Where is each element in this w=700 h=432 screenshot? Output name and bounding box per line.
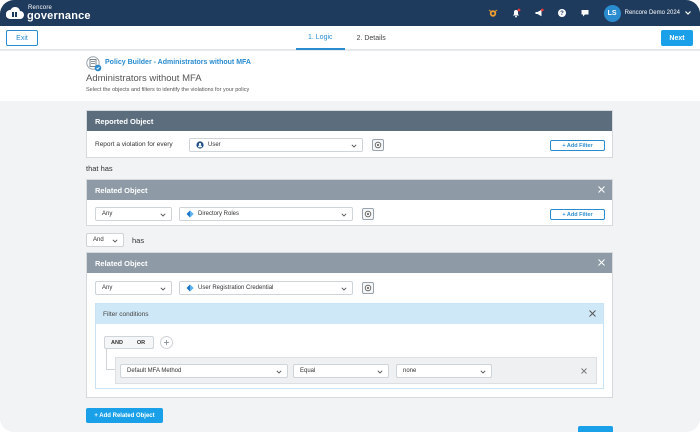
azure-icon <box>186 210 194 218</box>
chevron-down-icon <box>480 370 486 374</box>
quantifier-select[interactable]: Any <box>95 207 172 221</box>
select-value: Default MFA Method <box>127 368 182 374</box>
panel-title: Related Object <box>95 258 148 268</box>
exit-button[interactable]: Exit <box>6 30 38 46</box>
avatar[interactable]: LS <box>603 4 621 22</box>
chevron-down-icon <box>341 287 347 291</box>
brand-big-text: governance <box>27 10 91 22</box>
cloud-logo-icon <box>6 6 24 19</box>
tab-details[interactable]: 2. Details <box>345 26 398 50</box>
top-bar: Rencore governance ? LS Rencore Demo 202… <box>0 0 700 26</box>
user-menu[interactable]: LS Rencore Demo 2024 <box>603 4 692 22</box>
preview-icon <box>374 141 382 149</box>
has-label: has <box>132 236 145 245</box>
preview-icon <box>364 284 372 292</box>
panel-heading: Related Object <box>87 253 612 273</box>
filter-conditions-box: Filter conditions AND OR Default MFA Met… <box>95 303 604 389</box>
user-icon <box>196 141 204 149</box>
close-icon[interactable] <box>588 309 597 318</box>
chevron-down-icon <box>160 213 166 217</box>
select-value: User <box>208 142 221 148</box>
bottom-action-button[interactable] <box>578 426 613 432</box>
select-value: Any <box>102 285 113 291</box>
quantifier-select[interactable]: Any <box>95 281 172 295</box>
chevron-down-icon <box>112 239 118 243</box>
related-object-panel-2: Related Object Any User Registration Cre… <box>86 252 613 398</box>
preview-button[interactable] <box>372 139 384 151</box>
select-value: none <box>403 368 417 374</box>
reported-object-panel: Reported Object Report a violation for e… <box>86 110 613 158</box>
close-icon[interactable] <box>597 258 606 267</box>
add-filter-button[interactable]: + Add Filter <box>550 209 605 220</box>
chevron-down-icon <box>160 287 166 291</box>
select-value: Any <box>102 211 113 217</box>
preview-button[interactable] <box>362 208 374 220</box>
chevron-down-icon <box>276 370 282 374</box>
wizard-tabs: 1. Logic 2. Details <box>296 26 398 50</box>
close-icon[interactable] <box>597 185 606 194</box>
and-toggle-button[interactable]: AND <box>105 337 129 348</box>
logic-operator-select[interactable]: And <box>86 233 124 247</box>
builder-area: Reported Object Report a violation for e… <box>0 101 700 432</box>
and-or-toggle: AND OR <box>104 336 154 349</box>
select-value: Equal <box>300 368 316 374</box>
condition-operator-select[interactable]: Equal <box>293 364 389 378</box>
related-object-panel-1: Related Object Any Directory Roles + Add… <box>86 179 613 226</box>
megaphone-icon[interactable] <box>532 6 546 20</box>
panel-heading: Reported Object <box>87 111 612 131</box>
panel-heading: Related Object <box>87 180 612 200</box>
preview-icon <box>364 210 372 218</box>
svg-text:?: ? <box>560 11 564 17</box>
help-icon[interactable]: ? <box>555 6 569 20</box>
select-value: And <box>93 237 104 243</box>
filter-conditions-heading: Filter conditions <box>96 304 603 324</box>
related-object-select[interactable]: User Registration Credential <box>179 281 353 295</box>
panel-title: Related Object <box>95 185 148 195</box>
filter-conditions-title: Filter conditions <box>103 310 149 318</box>
add-condition-button[interactable] <box>160 336 173 349</box>
remove-condition-icon[interactable] <box>580 367 588 375</box>
next-button[interactable]: Next <box>661 30 693 46</box>
page-subtitle: Select the objects and filters to identi… <box>86 87 250 93</box>
add-filter-button[interactable]: + Add Filter <box>550 140 605 151</box>
related-object-select[interactable]: Directory Roles <box>179 207 353 221</box>
user-name: Rencore Demo 2024 <box>624 10 680 16</box>
select-value: User Registration Credential <box>198 285 274 291</box>
chevron-down-icon[interactable] <box>684 9 692 17</box>
reported-object-select[interactable]: User <box>189 138 363 152</box>
or-toggle-button[interactable]: OR <box>129 337 153 348</box>
chevron-down-icon <box>377 370 383 374</box>
add-related-object-button[interactable]: + Add Related Object <box>86 408 163 423</box>
azure-icon <box>186 284 194 292</box>
condition-field-select[interactable]: Default MFA Method <box>120 364 288 378</box>
policy-builder-icon <box>86 56 102 72</box>
wizard-bar: Exit 1. Logic 2. Details Next <box>0 26 700 50</box>
app-window: Rencore governance ? LS Rencore Demo 202… <box>0 0 700 432</box>
preview-button[interactable] <box>362 282 374 294</box>
rencore-logo[interactable]: Rencore governance <box>6 4 91 22</box>
chat-icon[interactable] <box>578 6 592 20</box>
page-header: Policy Builder - Administrators without … <box>0 51 700 101</box>
top-icons: ? <box>486 6 592 20</box>
condition-value-select[interactable]: none <box>396 364 492 378</box>
page-title: Administrators without MFA <box>86 73 202 84</box>
select-value: Directory Roles <box>198 211 240 217</box>
chevron-down-icon <box>351 144 357 148</box>
that-has-label: that has <box>86 164 113 173</box>
condition-row: Default MFA Method Equal none <box>115 357 597 384</box>
bell-icon[interactable] <box>509 6 523 20</box>
report-prompt: Report a violation for every <box>95 141 173 148</box>
plus-icon <box>164 340 169 345</box>
breadcrumb: Policy Builder - Administrators without … <box>105 59 251 66</box>
chevron-down-icon <box>341 213 347 217</box>
tab-logic[interactable]: 1. Logic <box>296 26 345 50</box>
bug-icon[interactable] <box>486 6 500 20</box>
